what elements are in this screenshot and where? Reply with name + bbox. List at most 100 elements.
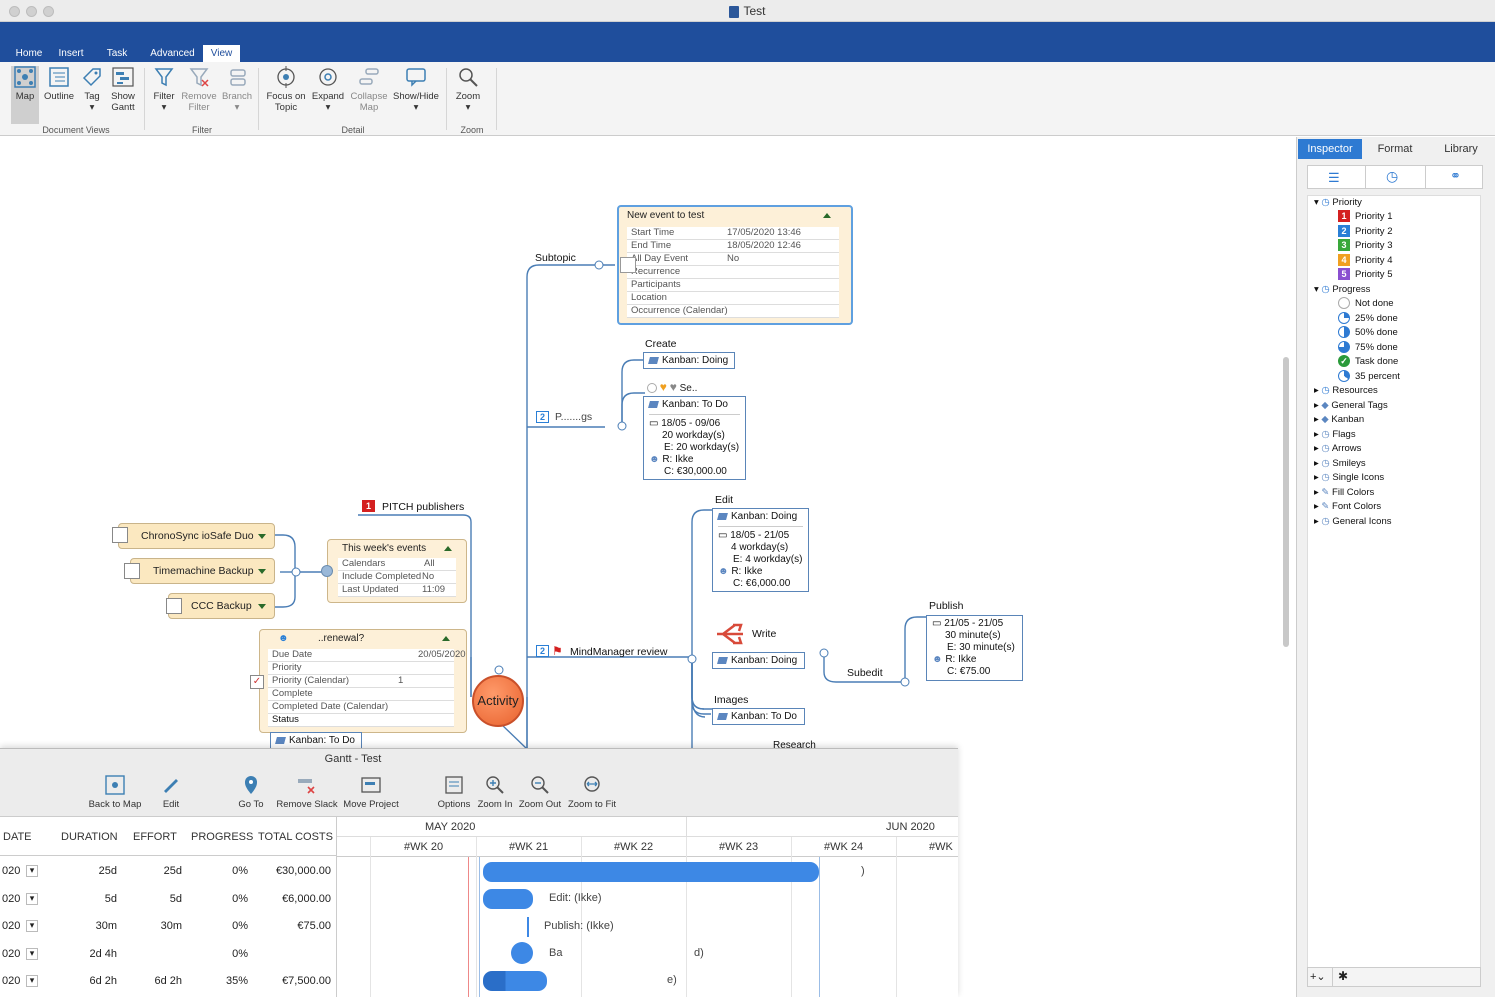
- backup-topic[interactable]: CCC Backup: [168, 593, 275, 619]
- tree-item-priority-5[interactable]: 5 Priority 5: [1338, 268, 1392, 282]
- publish-topic[interactable]: Publish: [929, 600, 963, 612]
- options-button[interactable]: Options: [436, 775, 472, 810]
- collapse-triangle-icon[interactable]: [442, 636, 450, 641]
- edit-info-box[interactable]: Kanban: Doing ▭ 18/05 - 21/05 4 workday(…: [712, 508, 809, 592]
- remove-slack-button[interactable]: Remove Slack: [275, 775, 339, 810]
- gantt-milestone-bar[interactable]: [527, 917, 529, 937]
- tree-item-progress[interactable]: 35 percent: [1338, 370, 1400, 384]
- table-row[interactable]: 020: [2, 948, 20, 960]
- collapse-map-button[interactable]: Collapse Map: [349, 66, 389, 113]
- table-row[interactable]: 020: [2, 975, 20, 987]
- table-row[interactable]: 020: [2, 865, 20, 877]
- column-progress[interactable]: PROGRESS: [191, 831, 253, 843]
- images-topic[interactable]: Images: [714, 694, 748, 706]
- add-marker-button[interactable]: +⌄: [1310, 970, 1326, 983]
- zoom-out-button[interactable]: Zoom Out: [518, 775, 562, 810]
- branch-button[interactable]: Branch ▾: [220, 66, 254, 113]
- column-date[interactable]: DATE: [3, 831, 32, 843]
- map-vertical-scrollbar[interactable]: [1283, 357, 1289, 647]
- event-topic[interactable]: New event to test Start Time 17/05/2020 1…: [617, 205, 853, 325]
- dropdown-triangle-icon[interactable]: [258, 534, 266, 539]
- tree-group[interactable]: ▸ ◷ Single Icons: [1314, 471, 1384, 485]
- tree-group[interactable]: ▸ ◷ Flags: [1314, 428, 1356, 442]
- task-info-icon[interactable]: ◷: [1386, 168, 1398, 185]
- tree-group[interactable]: ▸ ✎ Font Colors: [1314, 500, 1381, 514]
- dropdown-triangle-icon[interactable]: [258, 569, 266, 574]
- pitch-topic[interactable]: PITCH publishers: [382, 501, 464, 513]
- dropdown-triangle-icon[interactable]: [258, 604, 266, 609]
- central-topic[interactable]: Activity: [472, 675, 524, 727]
- tree-group[interactable]: ▸ ◷ Arrows: [1314, 442, 1361, 456]
- tree-item-progress[interactable]: 50% done: [1338, 326, 1398, 340]
- tree-item-priority-4[interactable]: 4 Priority 4: [1338, 254, 1392, 268]
- gantt-timeline[interactable]: MAY 2020 JUN 2020 #WK 20 #WK 21 #WK 22 #…: [337, 817, 958, 997]
- sell-info-box[interactable]: Kanban: To Do ▭ 18/05 - 09/06 20 workday…: [643, 396, 746, 480]
- edit-topic[interactable]: Edit: [715, 494, 733, 506]
- list-icon[interactable]: ☰: [1328, 170, 1340, 186]
- filter-button[interactable]: Filter ▾: [150, 66, 178, 113]
- backup-topic[interactable]: ChronoSync ioSafe Duo: [118, 523, 275, 549]
- expand-button[interactable]: Expand ▾: [311, 66, 345, 113]
- collapse-triangle-icon[interactable]: [823, 213, 831, 218]
- tree-item-priority-1[interactable]: 1 Priority 1: [1338, 210, 1392, 224]
- row-dropdown[interactable]: ▾: [26, 948, 38, 960]
- tree-item-progress[interactable]: ✓ Task done: [1338, 355, 1398, 369]
- gear-icon[interactable]: ✱: [1338, 969, 1348, 983]
- tree-item-progress[interactable]: 75% done: [1338, 341, 1398, 355]
- subedit-topic[interactable]: Subedit: [847, 667, 883, 679]
- renewal-task-topic[interactable]: ☻ ..renewal? Due Date 20/05/2020 Priority…: [259, 629, 467, 733]
- links-icon[interactable]: ⚭: [1450, 168, 1461, 184]
- tree-item-progress[interactable]: Not done: [1338, 297, 1394, 311]
- gantt-bar[interactable]: [483, 889, 533, 909]
- tab-view[interactable]: View: [203, 45, 240, 62]
- row-dropdown[interactable]: ▾: [26, 893, 38, 905]
- outline-view-button[interactable]: Outline: [43, 66, 75, 102]
- tab-advanced[interactable]: Advanced: [145, 45, 200, 62]
- close-window-button[interactable]: [9, 6, 20, 17]
- tab-format[interactable]: Format: [1363, 139, 1427, 159]
- tree-group[interactable]: ▸ ◆ General Tags: [1314, 399, 1388, 413]
- renewal-kanban[interactable]: Kanban: To Do: [270, 732, 362, 749]
- sell-topic[interactable]: Se..: [680, 383, 698, 394]
- tag-view-button[interactable]: Tag ▾: [80, 66, 104, 113]
- subtopic-label[interactable]: Subtopic: [535, 252, 576, 264]
- tree-item-priority-3[interactable]: 3 Priority 3: [1338, 239, 1392, 253]
- remove-filter-button[interactable]: Remove Filter: [181, 66, 217, 113]
- write-kanban[interactable]: Kanban: Doing: [712, 652, 805, 669]
- show-gantt-button[interactable]: Show Gantt: [108, 66, 138, 113]
- focus-on-topic-button[interactable]: Focus on Topic: [264, 66, 308, 113]
- planning-topic[interactable]: P.......gs: [555, 411, 592, 423]
- create-kanban[interactable]: Kanban: Doing: [643, 352, 735, 369]
- column-duration[interactable]: DURATION: [61, 831, 118, 843]
- publish-info-box[interactable]: ▭ 21/05 - 21/05 30 minute(s) E: 30 minut…: [926, 615, 1023, 681]
- zoom-window-button[interactable]: [43, 6, 54, 17]
- back-to-map-button[interactable]: Back to Map: [86, 775, 144, 810]
- go-to-button[interactable]: Go To: [236, 775, 266, 810]
- column-total-costs[interactable]: TOTAL COSTS: [258, 831, 333, 843]
- collapse-triangle-icon[interactable]: [444, 546, 452, 551]
- weekly-events-topic[interactable]: This week's events Calendars All Include …: [327, 539, 467, 603]
- zoom-in-button[interactable]: Zoom In: [476, 775, 514, 810]
- backup-topic[interactable]: Timemachine Backup: [130, 558, 275, 584]
- column-effort[interactable]: EFFORT: [133, 831, 177, 843]
- row-dropdown[interactable]: ▾: [26, 975, 38, 987]
- tree-item-progress[interactable]: 25% done: [1338, 312, 1398, 326]
- table-row[interactable]: 020: [2, 920, 20, 932]
- gantt-milestone[interactable]: [511, 942, 533, 964]
- tree-group-priority[interactable]: ▾ ◷ Priority: [1314, 196, 1362, 210]
- table-row[interactable]: 020: [2, 893, 20, 905]
- move-project-button[interactable]: Move Project: [341, 775, 401, 810]
- row-dropdown[interactable]: ▾: [26, 920, 38, 932]
- review-topic[interactable]: MindManager review: [570, 646, 667, 658]
- gantt-edit-button[interactable]: Edit: [156, 775, 186, 810]
- zoom-button[interactable]: Zoom ▾: [452, 66, 484, 113]
- tree-group[interactable]: ▸ ✎ Fill Colors: [1314, 486, 1374, 500]
- show-hide-button[interactable]: Show/Hide ▾: [391, 66, 441, 113]
- zoom-to-fit-button[interactable]: Zoom to Fit: [566, 775, 618, 810]
- tree-group-progress[interactable]: ▾ ◷ Progress: [1314, 283, 1370, 297]
- tree-group[interactable]: ▸ ◷ Smileys: [1314, 457, 1366, 471]
- write-topic[interactable]: Write: [752, 628, 776, 640]
- tree-group[interactable]: ▸ ◷ General Icons: [1314, 515, 1392, 529]
- tab-task[interactable]: Task: [100, 45, 134, 62]
- tree-group[interactable]: ▸ ◷ Resources: [1314, 384, 1378, 398]
